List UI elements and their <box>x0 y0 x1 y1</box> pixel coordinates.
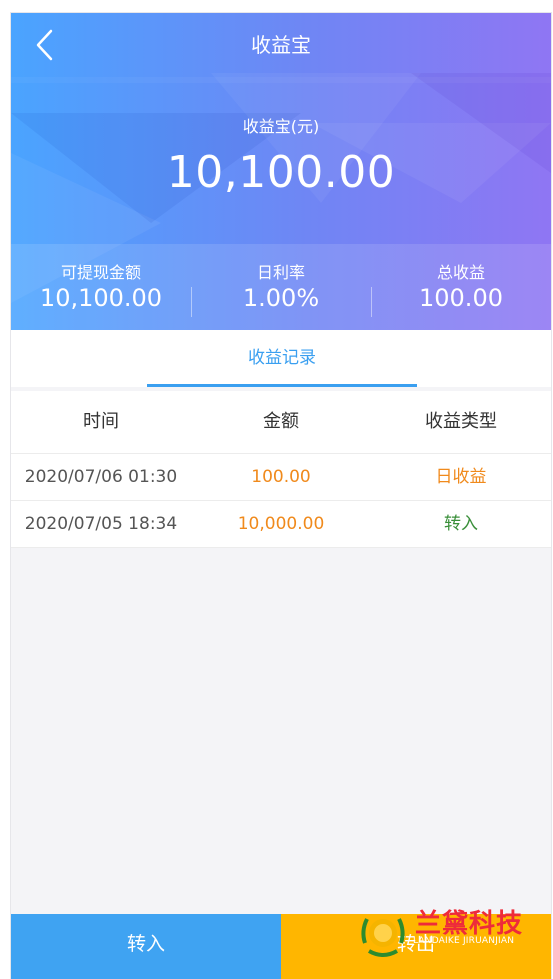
record-type: 转入 <box>444 514 478 534</box>
records-table: 时间 金额 收益类型 2020/07/06 01:30 100.00 日收益 2… <box>11 391 551 548</box>
watermark-text: 兰黛科技 <box>415 909 524 939</box>
stat-value: 10,100.00 <box>39 284 163 312</box>
page-title: 收益宝 <box>251 33 311 57</box>
stat-withdrawable: 可提现金额 10,100.00 <box>11 244 191 330</box>
watermark-logo: 兰黛科技 LANDAIKE JIRUANJIAN <box>353 903 551 963</box>
tab-active-indicator <box>147 384 417 387</box>
table-header: 时间 金额 收益类型 <box>11 391 551 454</box>
top-bar: 收益宝 <box>11 13 551 77</box>
stats-row: 可提现金额 10,100.00 日利率 1.00% 总收益 100.00 <box>11 244 551 330</box>
stat-label: 日利率 <box>256 263 305 282</box>
tab-earnings-records[interactable]: 收益记录 <box>147 330 417 387</box>
table-row: 2020/07/06 01:30 100.00 日收益 <box>11 454 551 501</box>
laurel-emblem-icon <box>361 918 405 957</box>
stat-daily-rate: 日利率 1.00% <box>191 244 371 330</box>
column-header-amount: 金额 <box>263 411 299 432</box>
stat-label: 可提现金额 <box>60 263 141 282</box>
summary-header: 收益宝 收益宝(元) 10,100.00 可提现金额 10,100.00 日利率… <box>11 13 551 330</box>
column-header-time: 时间 <box>83 411 119 432</box>
balance-value: 10,100.00 <box>166 147 396 198</box>
record-type: 日收益 <box>435 467 487 487</box>
balance-label: 收益宝(元) <box>242 117 320 136</box>
stat-value: 100.00 <box>419 284 503 312</box>
stat-total-earnings: 总收益 100.00 <box>371 244 551 330</box>
transfer-in-button[interactable]: 转入 <box>11 914 281 979</box>
app-page: 收益宝 收益宝(元) 10,100.00 可提现金额 10,100.00 日利率… <box>11 13 551 979</box>
watermark-subtext: LANDAIKE JIRUANJIAN <box>413 936 515 946</box>
record-time: 2020/07/06 01:30 <box>24 467 178 487</box>
record-amount: 10,000.00 <box>237 514 325 534</box>
record-amount: 100.00 <box>251 467 311 487</box>
column-header-type: 收益类型 <box>425 411 497 432</box>
tab-bar: 收益记录 <box>11 330 551 387</box>
stat-label: 总收益 <box>436 263 485 282</box>
stat-value: 1.00% <box>242 284 320 312</box>
record-time: 2020/07/05 18:34 <box>24 514 178 534</box>
table-row: 2020/07/05 18:34 10,000.00 转入 <box>11 501 551 548</box>
